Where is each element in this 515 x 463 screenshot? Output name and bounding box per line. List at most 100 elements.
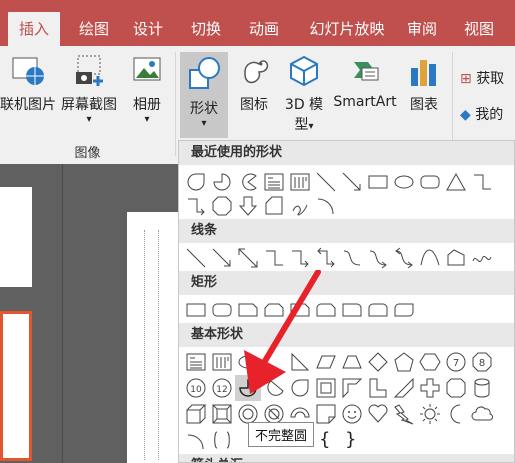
my-addins-button[interactable]: ◆ 我的 (460, 104, 515, 124)
guide-line (144, 230, 145, 460)
oval-shape-icon[interactable] (393, 171, 415, 193)
elbow-arrow-icon[interactable] (289, 247, 311, 269)
arrow-line-icon[interactable] (211, 247, 233, 269)
slide-thumbnail-selected[interactable] (0, 311, 32, 461)
online-pictures-button[interactable]: 联机图片 (0, 54, 56, 114)
arrow-line-icon[interactable] (341, 171, 363, 193)
vertical-textbox-icon[interactable] (211, 351, 233, 373)
3d-models-dropdown-icon: ▾ (308, 121, 314, 132)
rectangle-shape-icon[interactable] (185, 299, 207, 321)
dodecagon-label: 12 (216, 385, 227, 395)
screenshot-icon (72, 54, 106, 88)
get-addins-button[interactable]: ⊞ 获取 (460, 68, 515, 88)
3d-models-button[interactable]: 3D 模 型▾ (278, 54, 330, 134)
smartart-button[interactable]: SmartArt (330, 54, 400, 110)
icons-button[interactable]: 图标 (232, 54, 276, 114)
elbow-connector-icon[interactable] (263, 247, 285, 269)
smiley-face-icon[interactable] (341, 403, 363, 425)
lightning-bolt-icon[interactable] (393, 403, 415, 425)
hexagon-icon[interactable] (419, 351, 441, 373)
tab-review[interactable]: 审阅 (402, 12, 442, 46)
heart-shape-icon[interactable] (367, 403, 389, 425)
line-shape-icon[interactable] (185, 247, 207, 269)
curved-connector-icon[interactable] (341, 247, 363, 269)
curve-shape-icon[interactable] (419, 247, 441, 269)
round-same-side-rectangle-icon[interactable] (367, 299, 389, 321)
vertical-textbox-icon[interactable] (289, 171, 311, 193)
chord-shape-icon[interactable] (237, 171, 259, 193)
pie-shape-icon[interactable] (211, 171, 233, 193)
heptagon-icon[interactable]: 7 (445, 351, 467, 373)
tab-draw[interactable]: 绘图 (70, 12, 118, 46)
cube-shape-icon[interactable] (185, 403, 207, 425)
section-rectangles: 矩形 (179, 271, 514, 295)
freeform-shape-icon[interactable] (445, 247, 467, 269)
shapes-button[interactable]: 形状 ▾ (180, 52, 228, 138)
ribbon-separator (175, 52, 176, 156)
double-arrow-line-icon[interactable] (237, 247, 259, 269)
tab-design[interactable]: 设计 (124, 12, 172, 46)
diagonal-stripe-icon[interactable] (393, 377, 415, 399)
bevel-shape-icon[interactable] (211, 403, 233, 425)
triangle-shape-icon[interactable] (445, 171, 467, 193)
dodecagon-icon[interactable]: 12 (211, 377, 233, 399)
diamond-icon[interactable] (367, 351, 389, 373)
pane-divider[interactable] (62, 164, 63, 463)
octagon-shape-icon[interactable] (211, 195, 233, 217)
l-shape-icon[interactable] (367, 377, 389, 399)
textbox-icon[interactable] (185, 351, 207, 373)
freeform-scribble-icon[interactable] (289, 195, 311, 217)
slide-thumbnail[interactable] (0, 187, 32, 287)
decagon-icon[interactable]: 10 (185, 377, 207, 399)
arc-shape-icon[interactable] (315, 195, 337, 217)
rounded-rectangle-icon[interactable] (211, 299, 233, 321)
sun-shape-icon[interactable] (419, 403, 441, 425)
curved-arrow-connector-icon[interactable] (367, 247, 389, 269)
annotation-arrow-icon (244, 270, 321, 394)
chart-button[interactable]: 图表 (402, 54, 446, 114)
trapezoid-icon[interactable] (341, 351, 363, 373)
shapes-gallery: 最近使用的形状 线条 矩形 基本形状 箭头总汇 7 (178, 140, 515, 463)
left-brace-icon[interactable]: { (319, 429, 341, 451)
right-brace-icon[interactable]: } (345, 429, 367, 451)
pentagon-shape-icon[interactable] (263, 195, 285, 217)
down-arrow-icon[interactable] (237, 195, 259, 217)
half-frame-icon[interactable] (341, 377, 363, 399)
moon-shape-icon[interactable] (445, 403, 467, 425)
tab-view[interactable]: 视图 (456, 12, 502, 46)
line-shape-icon[interactable] (315, 171, 337, 193)
can-shape-icon[interactable] (471, 377, 493, 399)
section-block-arrows: 箭头总汇 (179, 454, 514, 462)
tab-animations[interactable]: 动画 (240, 12, 288, 46)
curved-double-arrow-icon[interactable] (393, 247, 415, 269)
elbow-connector-icon[interactable] (471, 171, 493, 193)
decagon-label: 10 (190, 385, 202, 395)
online-picture-icon (11, 54, 45, 88)
3d-models-label-2: 型 (294, 117, 309, 133)
elbow-arrow-icon[interactable] (185, 195, 207, 217)
screenshot-button[interactable]: 屏幕截图 ▾ (56, 54, 122, 125)
plaque-icon[interactable] (445, 377, 467, 399)
double-bracket-icon[interactable] (211, 429, 233, 451)
scribble-icon[interactable] (471, 247, 493, 269)
elbow-double-arrow-icon[interactable] (315, 247, 337, 269)
rounded-rectangle-icon[interactable] (419, 171, 441, 193)
tab-insert[interactable]: 插入 (8, 12, 60, 46)
screenshot-dropdown-icon: ▾ (86, 114, 92, 125)
pentagon-regular-icon[interactable] (393, 351, 415, 373)
rectangle-shape-icon[interactable] (367, 171, 389, 193)
teardrop-shape-icon[interactable] (185, 171, 207, 193)
cloud-shape-icon[interactable] (471, 403, 493, 425)
round-diagonal-rectangle-icon[interactable] (393, 299, 415, 321)
cross-shape-icon[interactable] (419, 377, 441, 399)
folded-corner-icon[interactable] (315, 403, 337, 425)
textbox-icon[interactable] (263, 171, 285, 193)
arc-shape-icon[interactable] (185, 429, 207, 451)
tab-transitions[interactable]: 切换 (182, 12, 230, 46)
round-single-corner-rectangle-icon[interactable] (341, 299, 363, 321)
octagon-numbered-icon[interactable]: 8 (471, 351, 493, 373)
album-button[interactable]: 相册 ▾ (124, 54, 170, 125)
tab-slideshow[interactable]: 幻灯片放映 (300, 12, 394, 46)
section-basic-shapes: 基本形状 (179, 323, 514, 347)
shape-tooltip: 不完整圆 (248, 422, 315, 447)
